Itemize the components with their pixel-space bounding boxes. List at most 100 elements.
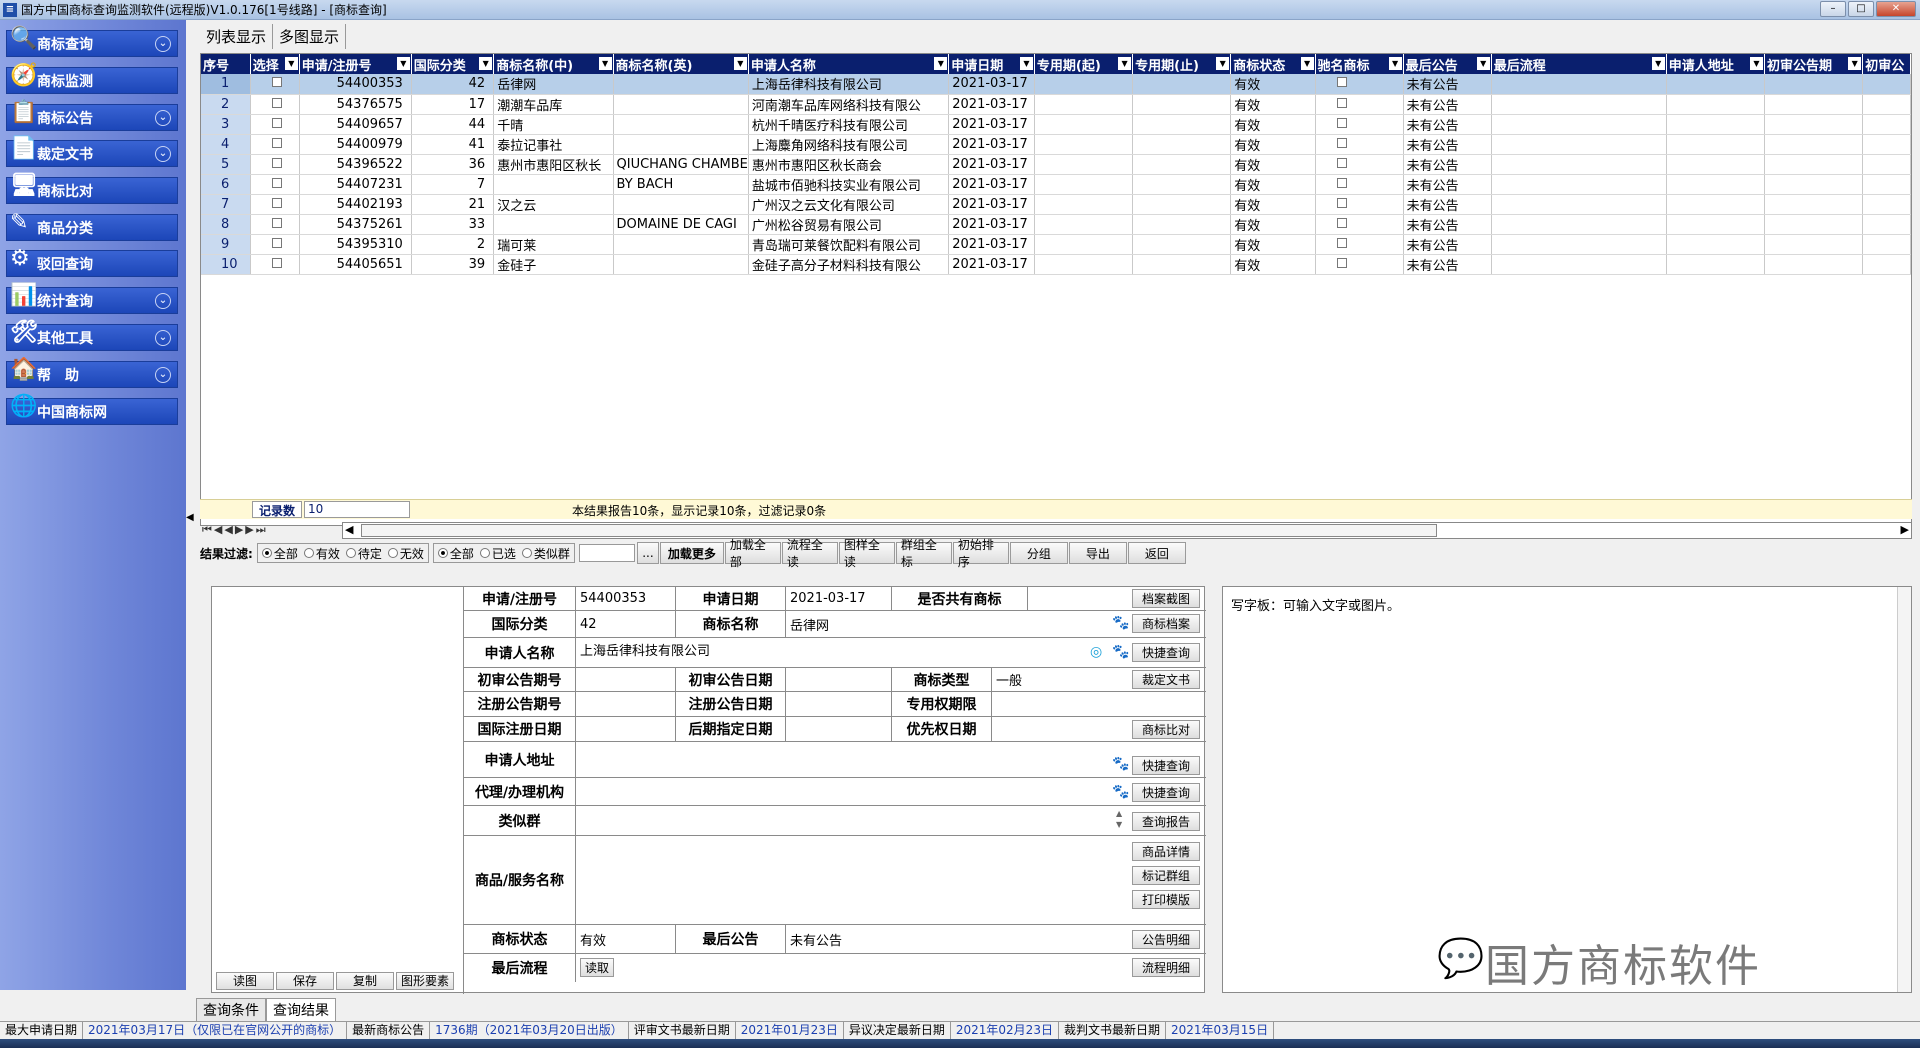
baidu-paw-icon[interactable]: 🐾 (1112, 784, 1129, 800)
column-filter-dropdown-icon[interactable]: ▼ (598, 57, 612, 70)
row-checkbox[interactable] (1336, 217, 1347, 228)
table-row[interactable]: 5 54396522 36 惠州市惠阳区秋长 QIUCHANG CHAMBE 惠州市惠阳区… (201, 154, 1911, 175)
row-checkbox[interactable] (271, 117, 282, 128)
filter-radio[interactable]: 有效 (303, 545, 340, 562)
record-nav-arrows-icon[interactable]: ⏮◀◀▶▶⏭ (202, 523, 268, 537)
row-checkbox[interactable] (1336, 97, 1347, 108)
column-filter-dropdown-icon[interactable]: ▼ (1476, 57, 1490, 70)
trademark-archive-button[interactable]: 商标档案 (1132, 614, 1200, 633)
row-checkbox[interactable] (1336, 117, 1347, 128)
archive-screenshot-button[interactable]: 档案截图 (1132, 589, 1200, 608)
column-filter-dropdown-icon[interactable]: ▼ (1749, 57, 1763, 70)
filter-action-button-2[interactable]: 流程全读 (781, 538, 838, 569)
chevron-down-icon[interactable]: ⌄ (155, 36, 171, 52)
filter-radio[interactable]: 全部 (437, 545, 474, 562)
print-template-button[interactable]: 打印模版 (1132, 890, 1200, 909)
column-header[interactable]: 最后流程 ▼ (1491, 54, 1667, 74)
scroll-left-icon[interactable]: ◀ (345, 523, 353, 536)
write-pad-scrollbar[interactable] (1897, 587, 1911, 992)
close-button[interactable]: ✕ (1876, 1, 1916, 17)
filter-action-button-4[interactable]: 群组全标 (895, 538, 952, 569)
filter-action-button-5[interactable]: 初始排序 (952, 538, 1009, 569)
column-header[interactable]: 序号 (201, 54, 251, 74)
table-row[interactable]: 2 54376575 17 潮潮车品库 河南潮车品库网络科技有限公 2021-03-17 有… (201, 94, 1911, 115)
column-filter-dropdown-icon[interactable]: ▼ (284, 57, 298, 70)
column-header[interactable]: 专用期(止) ▼ (1132, 54, 1232, 74)
filter-action-button-6[interactable]: 分组 (1009, 542, 1068, 564)
column-filter-dropdown-icon[interactable]: ▼ (733, 57, 747, 70)
row-checkbox[interactable] (1336, 257, 1347, 268)
scroll-thumb[interactable] (361, 524, 1437, 537)
filter-action-button-3[interactable]: 图样全读 (838, 538, 895, 569)
row-checkbox[interactable] (271, 97, 282, 108)
row-checkbox[interactable] (271, 177, 282, 188)
table-row[interactable]: 7 54402193 21 汉之云 广州汉之云文化有限公司 2021-03-17 有效 未有公… (201, 194, 1911, 215)
table-row[interactable]: 4 54400979 41 泰拉记事社 上海麋角网络科技有限公司 2021-03-17 有效… (201, 134, 1911, 155)
row-checkbox[interactable] (271, 77, 282, 88)
table-row[interactable]: 9 54395310 2 瑞可莱 青岛瑞可莱餐饮配料有限公司 2021-03-17 有效 未有… (201, 234, 1911, 255)
column-header[interactable]: 初审公 (1862, 54, 1911, 74)
filter-radio[interactable]: 无效 (387, 545, 424, 562)
column-filter-dropdown-icon[interactable]: ▼ (1388, 57, 1402, 70)
column-header[interactable]: 初审公告期 ▼ (1764, 54, 1864, 74)
scroll-right-icon[interactable]: ▶ (1901, 523, 1909, 536)
filter-radio[interactable]: 全部 (261, 545, 298, 562)
row-checkbox[interactable] (271, 157, 282, 168)
filter-action-button-7[interactable]: 导出 (1068, 542, 1127, 564)
filter-radio[interactable]: 待定 (345, 545, 382, 562)
table-row[interactable]: 3 54409657 44 千晴 杭州千晴医疗科技有限公司 2021-03-17 有效 未有公… (201, 114, 1911, 135)
filter-action-button-1[interactable]: 加载全部 (724, 538, 781, 569)
ruling-document-button[interactable]: 裁定文书 (1132, 670, 1200, 689)
chevron-down-icon[interactable]: ⌄ (155, 146, 171, 162)
baidu-paw-icon[interactable]: 🐾 (1112, 644, 1129, 660)
sidebar-item-3[interactable]: 📄 裁定文书 ⌄ (6, 136, 178, 167)
sidebar-item-9[interactable]: 🏠 帮 助 ⌄ (6, 357, 178, 388)
sidebar-item-4[interactable]: 🖥 商标比对 (6, 173, 178, 204)
column-filter-dropdown-icon[interactable]: ▼ (1118, 57, 1132, 70)
trademark-compare-button[interactable]: 商标比对 (1132, 720, 1200, 739)
row-checkbox[interactable] (271, 217, 282, 228)
column-filter-dropdown-icon[interactable]: ▼ (1019, 57, 1033, 70)
column-header[interactable]: 申请/注册号 ▼ (299, 54, 412, 74)
column-header[interactable]: 驰名商标 ▼ (1315, 54, 1404, 74)
row-checkbox[interactable] (1336, 77, 1347, 88)
query-report-button[interactable]: 查询报告 (1132, 812, 1200, 831)
minimize-button[interactable]: – (1820, 1, 1846, 17)
table-row[interactable]: 6 54407231 7 BY BACH 盐城市佰驰科技实业有限公司 2021-03-17… (201, 174, 1911, 195)
maximize-button[interactable]: □ (1848, 1, 1874, 17)
read-flow-button[interactable]: 读取 (580, 958, 614, 977)
goods-detail-button[interactable]: 商品详情 (1132, 842, 1200, 861)
column-filter-dropdown-icon[interactable]: ▼ (934, 57, 948, 70)
horizontal-scrollbar[interactable]: ◀ ▶ (342, 522, 1912, 539)
sidebar-item-1[interactable]: 🧭 商标监测 (6, 63, 178, 94)
row-checkbox[interactable] (1336, 197, 1347, 208)
chevron-down-icon[interactable]: ⌄ (155, 367, 171, 383)
row-checkbox[interactable] (271, 257, 282, 268)
sidebar-item-8[interactable]: 🛠 其他工具 ⌄ (6, 320, 178, 351)
sidebar-item-10[interactable]: 🌐 中国商标网 (6, 394, 178, 425)
tab-query-conditions[interactable]: 查询条件 (196, 998, 266, 1021)
spinner-icon[interactable]: ▲ ▼ (1116, 808, 1122, 830)
column-filter-dropdown-icon[interactable]: ▼ (1300, 57, 1314, 70)
row-checkbox[interactable] (271, 197, 282, 208)
chevron-down-icon[interactable]: ⌄ (155, 293, 171, 309)
column-header[interactable]: 申请人地址 ▼ (1666, 54, 1765, 74)
applicant-quick-search-button[interactable]: 快捷查询 (1132, 643, 1200, 662)
filter-radio[interactable]: 已选 (479, 545, 516, 562)
similar-group-input[interactable] (578, 544, 635, 562)
row-checkbox[interactable] (1336, 137, 1347, 148)
mark-group-button[interactable]: 标记群组 (1132, 866, 1200, 885)
baidu-paw-icon[interactable]: 🐾 (1112, 756, 1129, 772)
column-filter-dropdown-icon[interactable]: ▼ (479, 57, 493, 70)
baidu-paw-icon[interactable]: 🐾 (1112, 615, 1129, 631)
sidebar-item-5[interactable]: ✎ 商品分类 (6, 210, 178, 241)
row-checkbox[interactable] (1336, 177, 1347, 188)
tab-list-view[interactable]: 列表显示 (200, 24, 274, 49)
filter-radio[interactable]: 类似群 (521, 545, 570, 562)
column-header[interactable]: 商标状态 ▼ (1230, 54, 1316, 74)
flow-detail-button[interactable]: 流程明细 (1132, 958, 1200, 977)
image-button-3[interactable]: 图形要素 (396, 972, 454, 990)
collapse-arrow-icon[interactable]: ◀ (186, 512, 194, 523)
column-header[interactable]: 申请日期 ▼ (948, 54, 1035, 74)
image-button-0[interactable]: 读图 (216, 972, 274, 990)
